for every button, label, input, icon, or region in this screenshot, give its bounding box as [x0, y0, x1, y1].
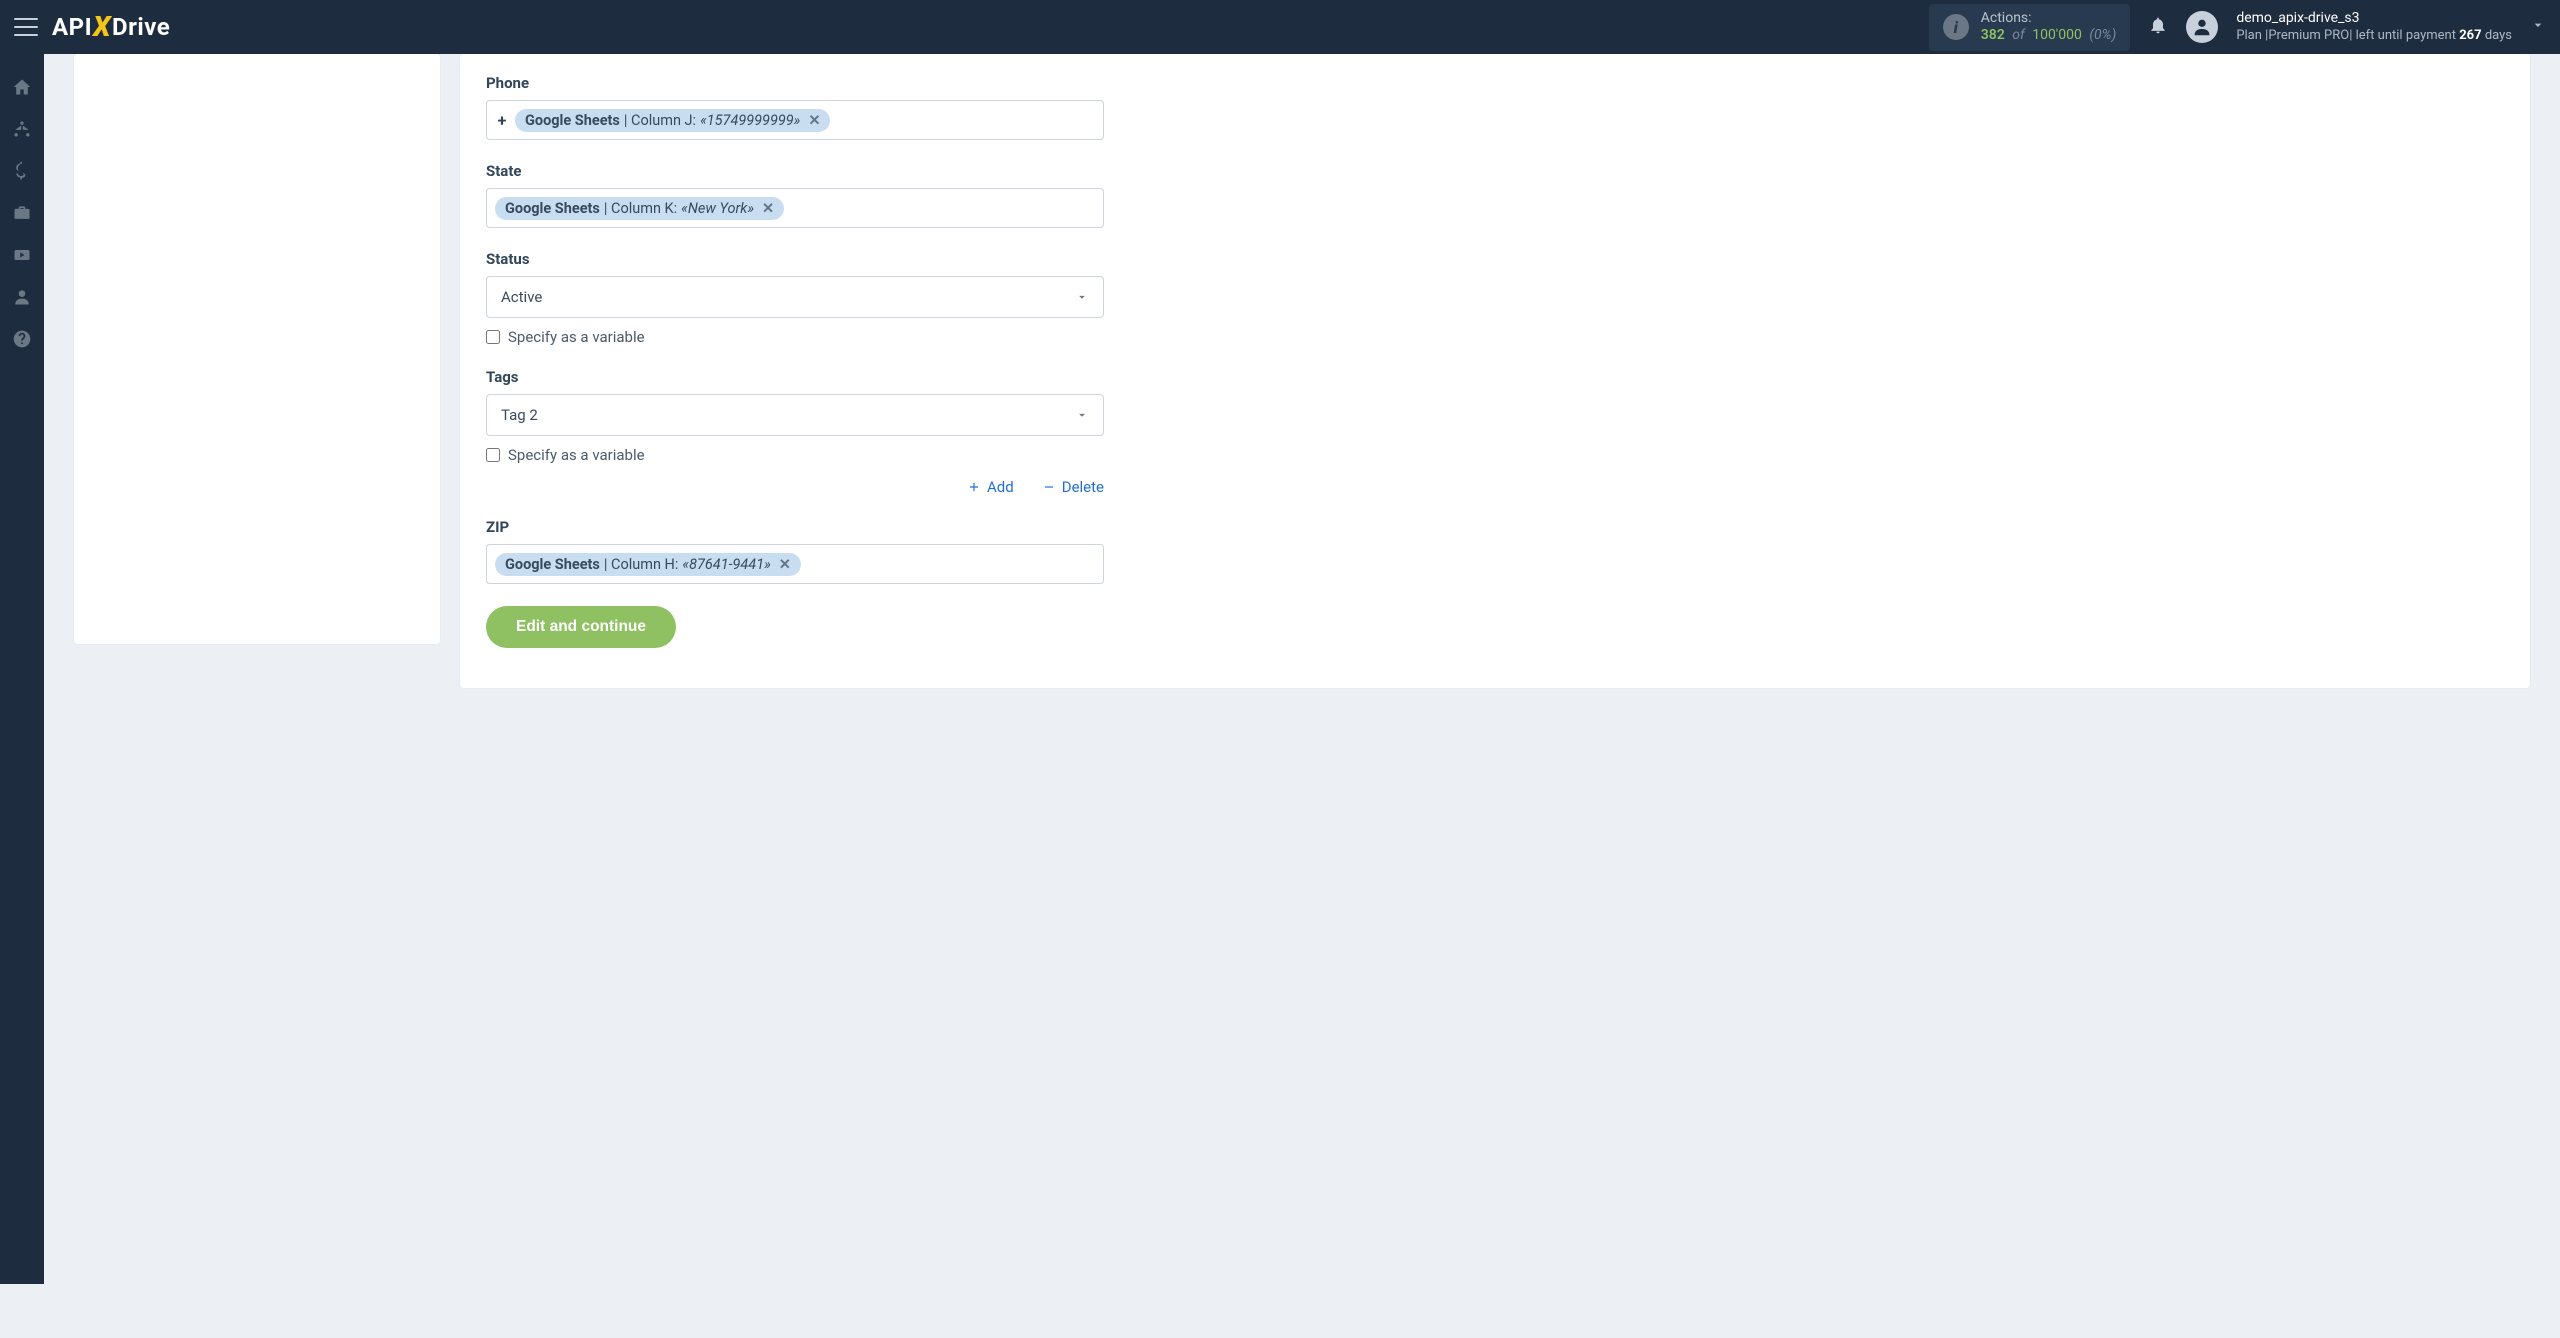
plus-icon: [967, 480, 981, 494]
field-group-phone: Phone + Google Sheets | Column J: «15749…: [486, 74, 1104, 140]
input-zip[interactable]: Google Sheets | Column H: «87641-9441» ✕: [486, 544, 1104, 584]
minus-icon: [1042, 480, 1056, 494]
variable-chip[interactable]: Google Sheets | Column J: «15749999999» …: [515, 109, 830, 132]
field-group-tags: Tags Tag 2 Specify as a variable Add: [486, 368, 1104, 496]
avatar[interactable]: [2186, 11, 2218, 43]
username: demo_apix-drive_s3: [2236, 10, 2512, 28]
tags-add-button[interactable]: Add: [967, 478, 1014, 496]
label-phone: Phone: [486, 74, 1104, 92]
checkbox-row-status[interactable]: Specify as a variable: [486, 328, 1104, 346]
select-tags[interactable]: Tag 2: [486, 394, 1104, 436]
tags-delete-button[interactable]: Delete: [1042, 478, 1104, 496]
page-body: Phone + Google Sheets | Column J: «15749…: [44, 54, 2560, 1284]
plan-line: Plan |Premium PRO| left until payment 26…: [2236, 28, 2512, 44]
variable-chip[interactable]: Google Sheets | Column K: «New York» ✕: [495, 197, 784, 220]
actions-total: 100'000: [2032, 27, 2082, 43]
field-group-status: Status Active Specify as a variable: [486, 250, 1104, 346]
field-group-state: State Google Sheets | Column K: «New Yor…: [486, 162, 1104, 228]
menu-toggle-icon[interactable]: [14, 18, 38, 36]
left-panel: [74, 54, 440, 644]
select-status[interactable]: Active: [486, 276, 1104, 318]
chevron-down-icon[interactable]: [2530, 17, 2546, 37]
sidebar-item-connections[interactable]: [0, 108, 44, 150]
sidebar: [0, 54, 44, 1284]
chip-remove-icon[interactable]: ✕: [762, 200, 774, 217]
user-info[interactable]: demo_apix-drive_s3 Plan |Premium PRO| le…: [2236, 10, 2512, 44]
label-state: State: [486, 162, 1104, 180]
chip-remove-icon[interactable]: ✕: [808, 112, 820, 129]
sidebar-item-billing[interactable]: [0, 150, 44, 192]
select-value: Tag 2: [501, 406, 538, 424]
field-group-zip: ZIP Google Sheets | Column H: «87641-944…: [486, 518, 1104, 584]
variable-chip[interactable]: Google Sheets | Column H: «87641-9441» ✕: [495, 553, 801, 576]
actions-used: 382: [1981, 27, 2005, 43]
checkbox-tags-variable[interactable]: [486, 448, 500, 462]
chip-remove-icon[interactable]: ✕: [779, 556, 791, 573]
label-zip: ZIP: [486, 518, 1104, 536]
add-variable-icon[interactable]: +: [495, 111, 509, 130]
sidebar-item-help[interactable]: [0, 318, 44, 360]
checkbox-status-variable[interactable]: [486, 330, 500, 344]
sidebar-item-briefcase[interactable]: [0, 192, 44, 234]
sidebar-item-video[interactable]: [0, 234, 44, 276]
chevron-down-icon: [1075, 408, 1089, 422]
input-phone[interactable]: + Google Sheets | Column J: «15749999999…: [486, 100, 1104, 140]
main-panel: Phone + Google Sheets | Column J: «15749…: [460, 54, 2530, 688]
actions-pct: (0%): [2089, 27, 2116, 43]
edit-continue-button[interactable]: Edit and continue: [486, 606, 676, 648]
sidebar-item-home[interactable]: [0, 66, 44, 108]
info-icon: i: [1943, 14, 1969, 40]
select-value: Active: [501, 288, 542, 306]
notifications-icon[interactable]: [2148, 14, 2168, 40]
sidebar-item-account[interactable]: [0, 276, 44, 318]
label-tags: Tags: [486, 368, 1104, 386]
brand-logo[interactable]: APIXDrive: [52, 11, 170, 44]
label-status: Status: [486, 250, 1104, 268]
chevron-down-icon: [1075, 290, 1089, 304]
actions-usage-widget[interactable]: i Actions: 382 of 100'000 (0%): [1929, 4, 2131, 51]
app-header: APIXDrive i Actions: 382 of 100'000 (0%)…: [0, 0, 2560, 54]
actions-label: Actions:: [1981, 10, 2117, 28]
checkbox-row-tags[interactable]: Specify as a variable: [486, 446, 1104, 464]
input-state[interactable]: Google Sheets | Column K: «New York» ✕: [486, 188, 1104, 228]
